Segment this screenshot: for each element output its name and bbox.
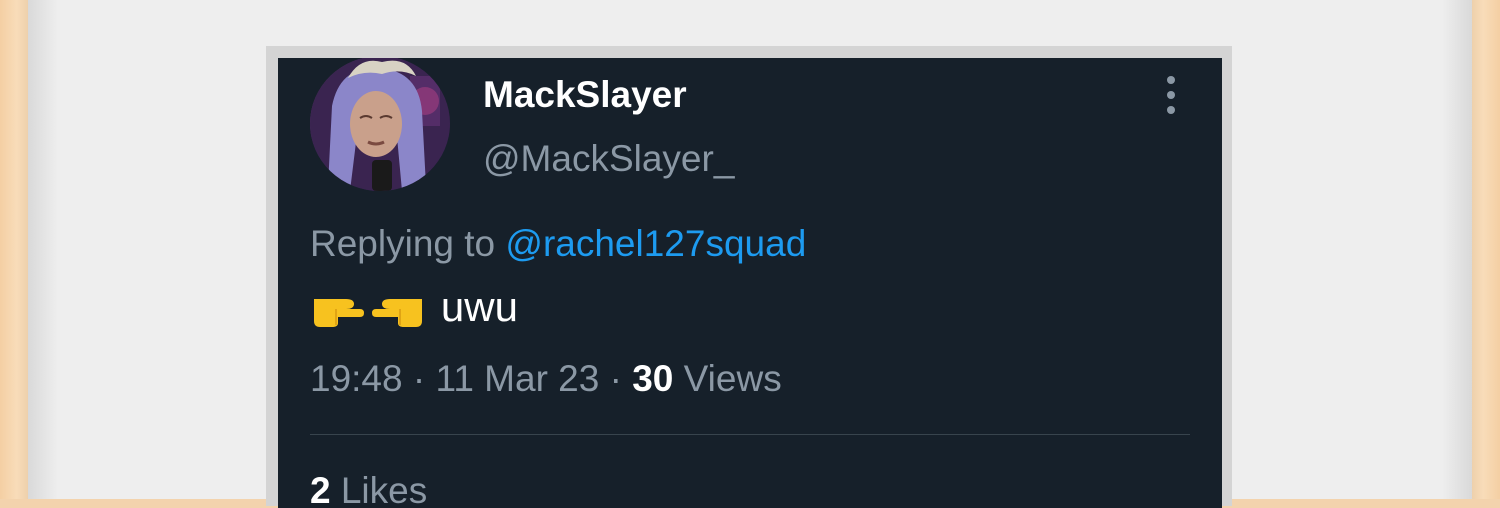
point-left-emoji bbox=[372, 299, 423, 327]
tweet-time[interactable]: 19:48 bbox=[310, 358, 403, 399]
picture-frame-left bbox=[0, 0, 28, 499]
divider bbox=[310, 434, 1190, 435]
tweet-metadata: 19:48 · 11 Mar 23 · 30 Views bbox=[310, 358, 782, 400]
likes-link[interactable]: 2 Likes bbox=[310, 470, 427, 508]
point-right-emoji bbox=[314, 299, 364, 327]
views-count: 30 bbox=[632, 358, 674, 399]
tweet-date[interactable]: 11 Mar 23 bbox=[435, 358, 599, 399]
views-label: Views bbox=[683, 358, 782, 399]
tweet-text: uwu bbox=[440, 283, 518, 330]
likes-label: Likes bbox=[340, 470, 428, 508]
reply-prefix: Replying to bbox=[310, 223, 496, 264]
reply-context: Replying to @rachel127squad bbox=[310, 223, 806, 265]
reply-mention-link[interactable]: @rachel127squad bbox=[505, 223, 806, 264]
display-name[interactable]: MackSlayer bbox=[483, 74, 687, 116]
likes-count: 2 bbox=[310, 470, 331, 508]
tweet-card: MackSlayer @MackSlayer_ Replying to @rac… bbox=[278, 58, 1222, 508]
meta-separator: · bbox=[609, 358, 622, 399]
more-vertical-icon[interactable] bbox=[1162, 76, 1180, 116]
meta-separator: · bbox=[412, 358, 426, 399]
avatar-image bbox=[310, 58, 450, 191]
avatar[interactable] bbox=[310, 58, 450, 191]
tweet-body: uwu bbox=[310, 283, 518, 333]
picture-frame-right bbox=[1472, 0, 1500, 499]
user-handle[interactable]: @MackSlayer_ bbox=[483, 138, 734, 180]
